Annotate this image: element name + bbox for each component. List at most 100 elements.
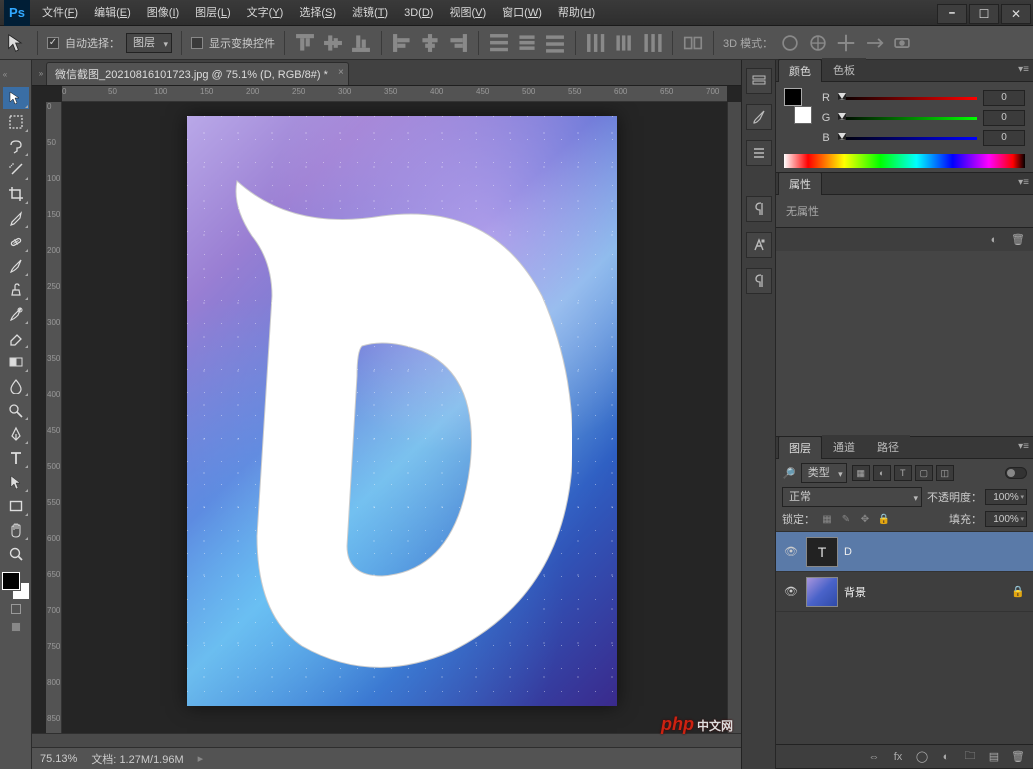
window-close[interactable] bbox=[1001, 4, 1031, 24]
link-layers-icon[interactable]: ⇔ bbox=[865, 748, 883, 766]
layer-row[interactable]: 👁 T D bbox=[776, 532, 1033, 572]
distribute-right-icon[interactable] bbox=[641, 32, 663, 54]
menu-help[interactable]: 帮助(H) bbox=[550, 0, 603, 26]
opacity-field[interactable]: 100% bbox=[985, 489, 1027, 505]
panel-menu-icon[interactable]: ▾≡ bbox=[1018, 177, 1029, 188]
align-hcenter-icon[interactable] bbox=[419, 32, 441, 54]
horizontal-scrollbar[interactable] bbox=[32, 733, 741, 747]
3d-slide-icon[interactable] bbox=[863, 32, 885, 54]
filter-toggle-switch[interactable] bbox=[1005, 467, 1027, 479]
align-right-icon[interactable] bbox=[447, 32, 469, 54]
g-value[interactable]: 0 bbox=[983, 110, 1025, 126]
filter-adjust-icon[interactable]: ◐ bbox=[873, 465, 891, 481]
lock-pixels-icon[interactable]: ✎ bbox=[838, 511, 854, 527]
layers-tab[interactable]: 图层 bbox=[778, 436, 822, 459]
paragraph-panel-icon[interactable] bbox=[746, 196, 772, 222]
menu-type[interactable]: 文字(Y) bbox=[239, 0, 292, 26]
panel-menu-icon[interactable]: ▾≡ bbox=[1018, 441, 1029, 452]
menu-select[interactable]: 选择(S) bbox=[291, 0, 344, 26]
fill-field[interactable]: 100% bbox=[985, 511, 1027, 527]
fg-color-swatch[interactable] bbox=[784, 88, 802, 106]
crop-tool[interactable] bbox=[3, 183, 29, 205]
layer-thumb-image[interactable] bbox=[806, 577, 838, 607]
r-slider[interactable] bbox=[838, 94, 977, 102]
layer-thumb-text[interactable]: T bbox=[806, 537, 838, 567]
canvas[interactable] bbox=[187, 116, 617, 706]
menu-3d[interactable]: 3D(D) bbox=[396, 0, 441, 26]
properties-tab[interactable]: 属性 bbox=[778, 172, 822, 195]
trash-icon[interactable]: 🗑 bbox=[1009, 231, 1027, 249]
panel-menu-icon[interactable]: ▾≡ bbox=[1018, 64, 1029, 75]
new-layer-icon[interactable]: ▤ bbox=[985, 748, 1003, 766]
history-panel-icon[interactable] bbox=[746, 68, 772, 94]
3d-orbit-icon[interactable] bbox=[779, 32, 801, 54]
styles-panel-icon[interactable] bbox=[746, 268, 772, 294]
auto-select-checkbox[interactable] bbox=[47, 37, 59, 49]
color-swatches[interactable] bbox=[2, 572, 30, 600]
filter-smart-icon[interactable]: ◫ bbox=[936, 465, 954, 481]
menu-layer[interactable]: 图层(L) bbox=[187, 0, 238, 26]
g-slider[interactable] bbox=[838, 114, 977, 122]
blend-mode-dropdown[interactable]: 正常 bbox=[782, 487, 922, 507]
r-value[interactable]: 0 bbox=[983, 90, 1025, 106]
status-menu-icon[interactable]: ▸ bbox=[198, 752, 204, 765]
gradient-tool[interactable] bbox=[3, 351, 29, 373]
character-panel-icon[interactable] bbox=[746, 232, 772, 258]
menu-filter[interactable]: 滤镜(T) bbox=[344, 0, 396, 26]
b-value[interactable]: 0 bbox=[983, 130, 1025, 146]
distribute-vcenter-icon[interactable] bbox=[516, 32, 538, 54]
toolbox-collapse[interactable]: « bbox=[0, 62, 10, 86]
layer-filter-kind[interactable]: 类型 bbox=[801, 463, 847, 483]
eraser-tool[interactable] bbox=[3, 327, 29, 349]
document-tab[interactable]: 微信截图_20210816101723.jpg @ 75.1% (D, RGB/… bbox=[46, 62, 349, 85]
window-minimize[interactable] bbox=[937, 4, 967, 24]
color-tab[interactable]: 颜色 bbox=[778, 59, 822, 82]
horizontal-ruler[interactable]: 0501001502002503003504004505005506006507… bbox=[62, 86, 727, 102]
adjustment-layer-icon[interactable]: ◐ bbox=[937, 748, 955, 766]
swatches-tab[interactable]: 色板 bbox=[822, 58, 866, 81]
filter-pixel-icon[interactable]: ▦ bbox=[852, 465, 870, 481]
align-top-icon[interactable] bbox=[294, 32, 316, 54]
layer-name[interactable]: 背景 bbox=[844, 584, 1005, 600]
healing-brush-tool[interactable] bbox=[3, 231, 29, 253]
b-slider[interactable] bbox=[838, 134, 977, 142]
pen-tool[interactable] bbox=[3, 423, 29, 445]
distribute-top-icon[interactable] bbox=[488, 32, 510, 54]
lock-position-icon[interactable]: ✥ bbox=[857, 511, 873, 527]
align-left-icon[interactable] bbox=[391, 32, 413, 54]
layer-list[interactable]: 👁 T D 👁 背景 🔒 bbox=[776, 532, 1033, 744]
menu-edit[interactable]: 编辑(E) bbox=[86, 0, 139, 26]
menu-image[interactable]: 图像(I) bbox=[139, 0, 187, 26]
canvas-viewport[interactable] bbox=[62, 102, 727, 733]
move-tool[interactable] bbox=[3, 87, 29, 109]
hand-tool[interactable] bbox=[3, 519, 29, 541]
distribute-hcenter-icon[interactable] bbox=[613, 32, 635, 54]
show-transform-checkbox[interactable] bbox=[191, 37, 203, 49]
visibility-toggle-icon[interactable]: 👁 bbox=[782, 545, 800, 558]
window-maximize[interactable] bbox=[969, 4, 999, 24]
brush-tool[interactable] bbox=[3, 255, 29, 277]
lasso-tool[interactable] bbox=[3, 135, 29, 157]
path-selection-tool[interactable] bbox=[3, 471, 29, 493]
brush-presets-icon[interactable] bbox=[746, 140, 772, 166]
menu-view[interactable]: 视图(V) bbox=[441, 0, 494, 26]
layer-style-icon[interactable]: fx bbox=[889, 748, 907, 766]
adjustment-icon[interactable]: ◐ bbox=[985, 231, 1003, 249]
auto-align-icon[interactable] bbox=[682, 32, 704, 54]
dodge-tool[interactable] bbox=[3, 399, 29, 421]
quick-mask-toggle[interactable] bbox=[11, 604, 21, 614]
lock-all-icon[interactable]: 🔒 bbox=[876, 511, 892, 527]
filter-type-icon[interactable]: T bbox=[894, 465, 912, 481]
auto-select-target-dropdown[interactable]: 图层 bbox=[126, 33, 172, 53]
screen-mode-toggle[interactable] bbox=[11, 622, 21, 632]
delete-layer-icon[interactable]: 🗑 bbox=[1009, 748, 1027, 766]
current-tool-icon[interactable] bbox=[6, 32, 28, 54]
eyedropper-tool[interactable] bbox=[3, 207, 29, 229]
blur-tool[interactable] bbox=[3, 375, 29, 397]
color-spectrum[interactable] bbox=[784, 154, 1025, 168]
menu-file[interactable]: 文件(F) bbox=[34, 0, 86, 26]
align-bottom-icon[interactable] bbox=[350, 32, 372, 54]
bg-color-swatch[interactable] bbox=[794, 106, 812, 124]
marquee-tool[interactable] bbox=[3, 111, 29, 133]
close-tab-icon[interactable]: × bbox=[338, 67, 344, 78]
